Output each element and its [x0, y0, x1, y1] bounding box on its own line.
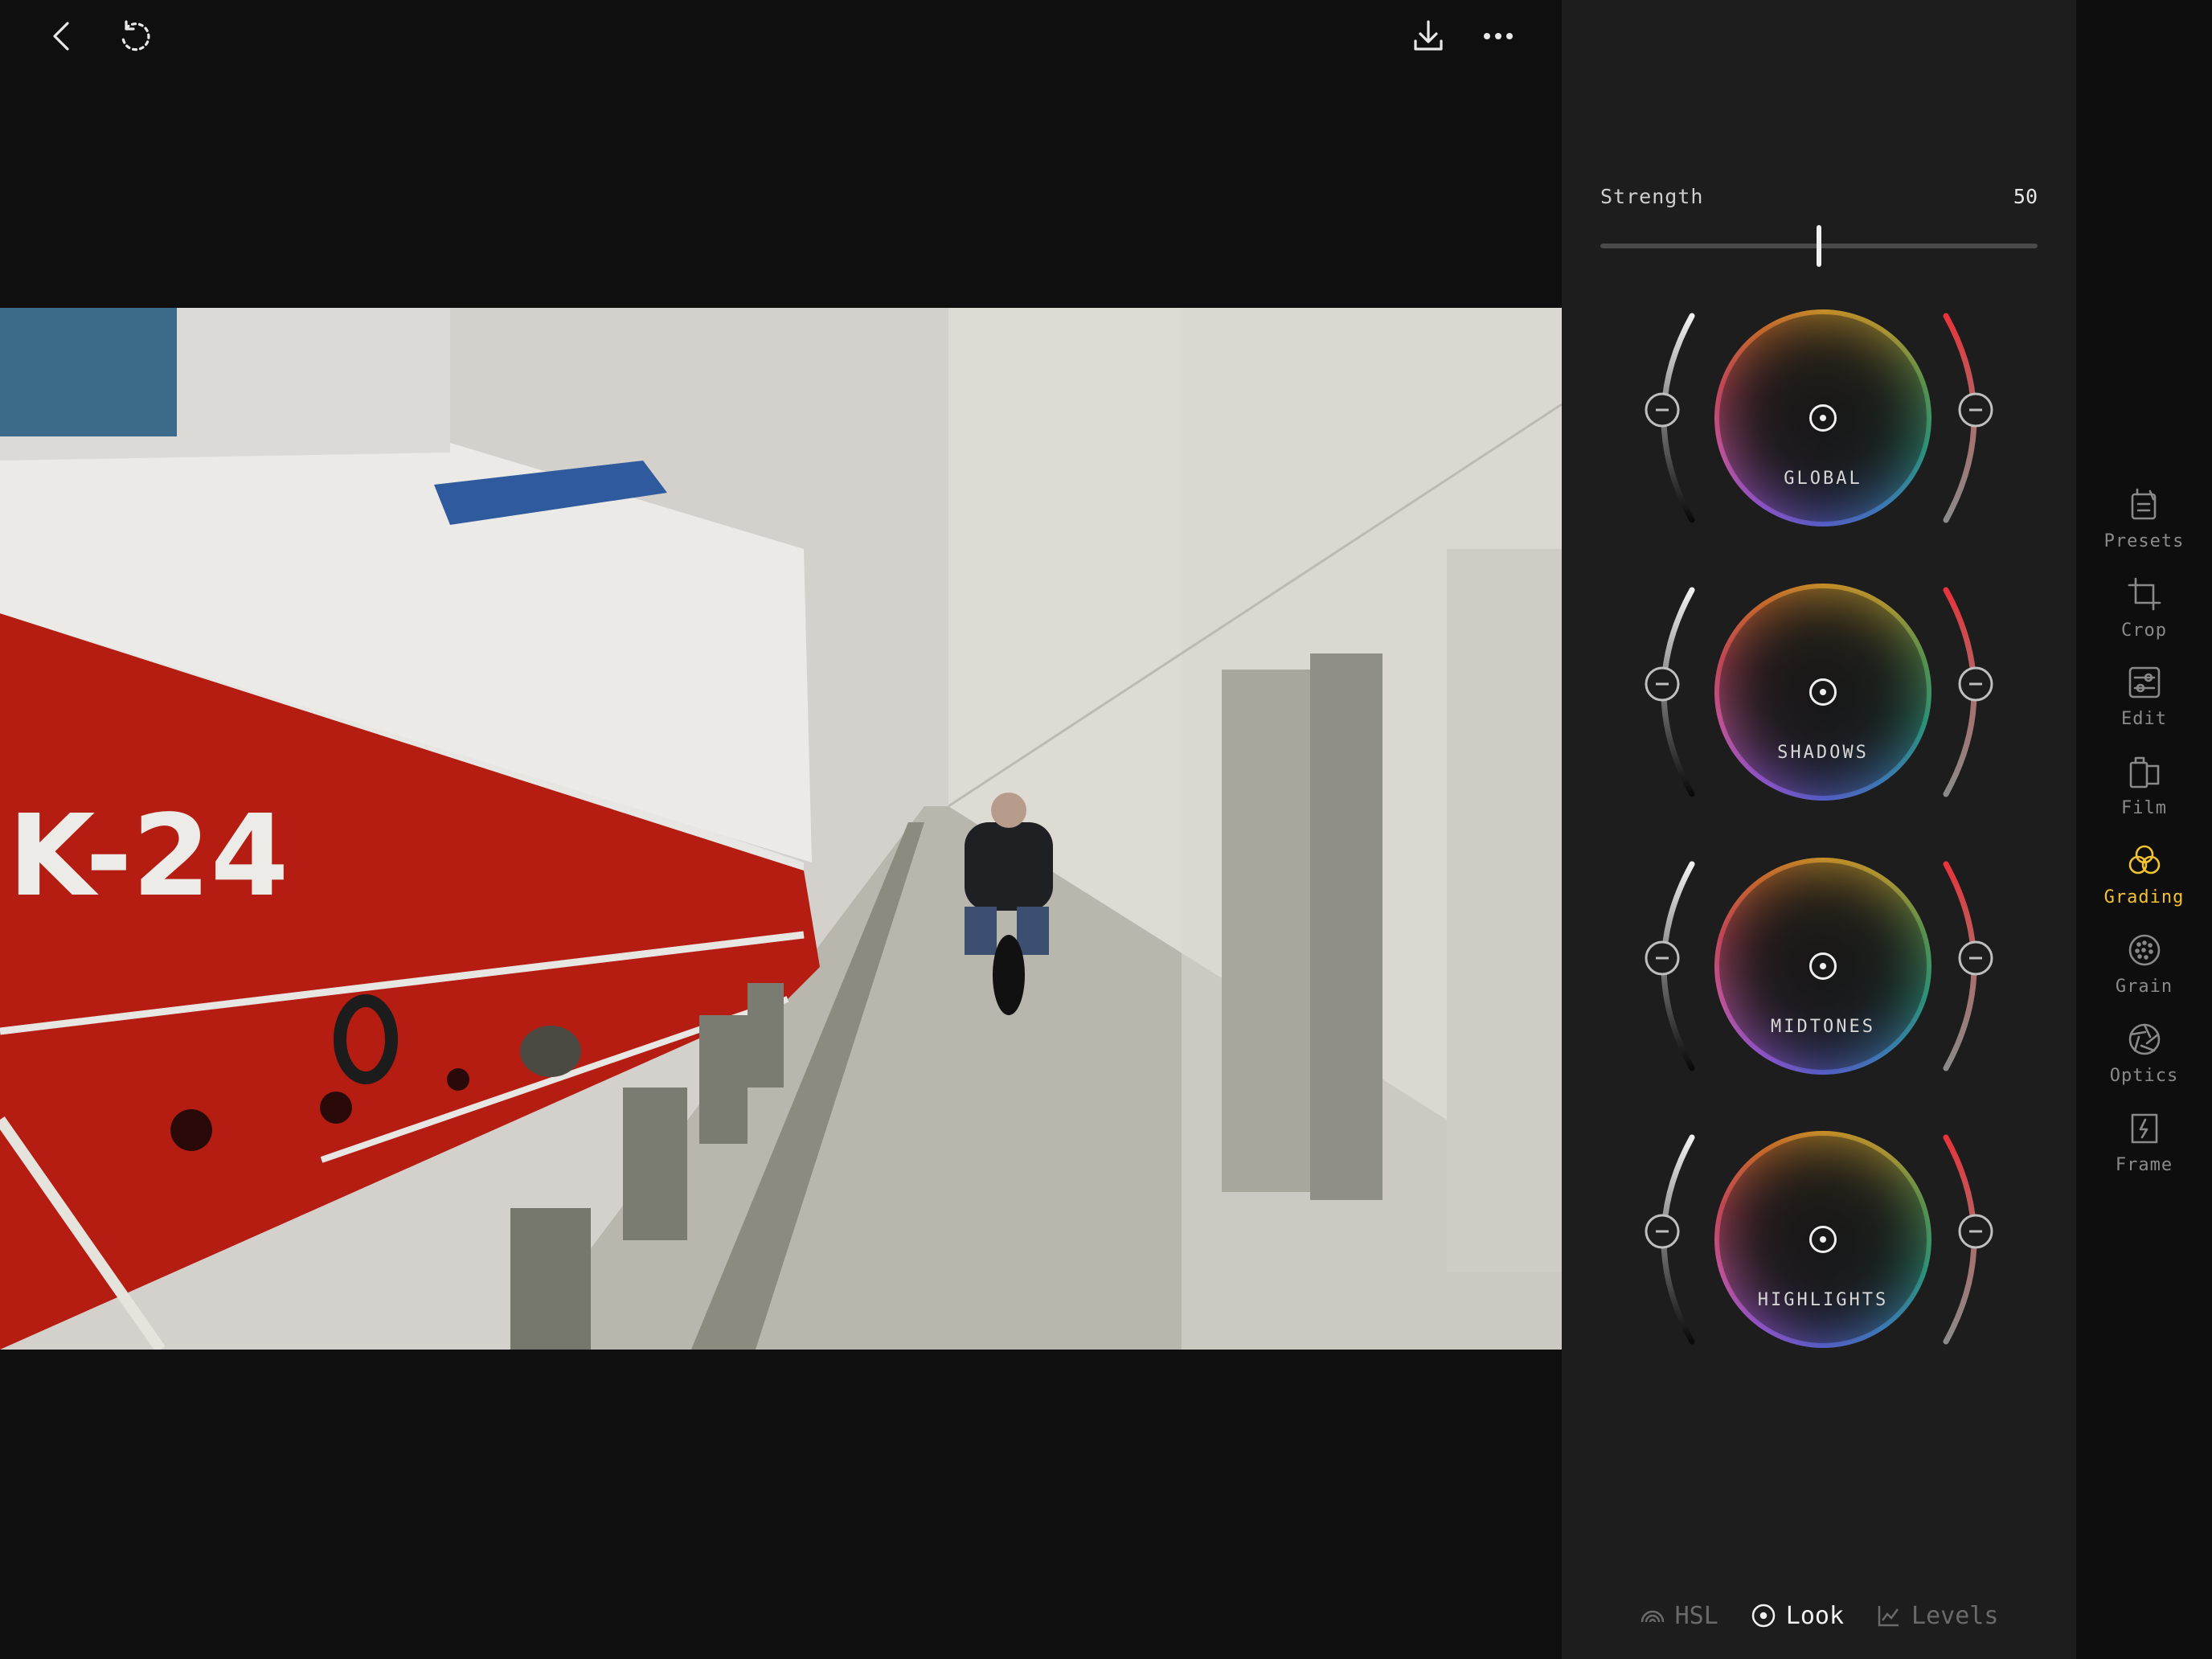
grading-circles-icon: [2128, 845, 2160, 875]
download-icon: [1414, 20, 1443, 51]
photo-image: K-24: [0, 308, 1562, 1350]
grading-mode-tabs: HSL Look Levels: [1562, 1587, 2076, 1644]
sliders-icon: [2128, 666, 2160, 698]
photo-canvas[interactable]: K-24: [0, 308, 1562, 1350]
tool-optics-label: Optics: [2109, 1066, 2179, 1086]
undo-icon: [121, 20, 150, 51]
highlights-wheel-label: HIGHLIGHTS: [1757, 1290, 1889, 1310]
tool-film[interactable]: Film: [2076, 753, 2212, 842]
highlights-wheel-handle[interactable]: [1809, 1226, 1837, 1253]
tool-crop[interactable]: Crop: [2076, 576, 2212, 664]
midtones-luminance-arc[interactable]: [1642, 850, 1698, 1083]
undo-button[interactable]: [94, 0, 174, 72]
tab-look[interactable]: Look: [1751, 1587, 1844, 1644]
chevron-left-icon: [53, 22, 69, 51]
tab-hsl[interactable]: HSL: [1640, 1587, 1718, 1644]
tool-rail: Presets Crop Edit Film Grading Grain Opt…: [2076, 0, 2212, 1659]
shadows-saturation-arc[interactable]: [1940, 576, 1996, 809]
shadows-color-wheel[interactable]: SHADOWS: [1714, 584, 1931, 801]
midtones-wheel-handle[interactable]: [1809, 952, 1837, 980]
highlights-saturation-arc[interactable]: [1940, 1123, 1996, 1356]
strength-label: Strength: [1600, 185, 1704, 208]
tool-crop-label: Crop: [2121, 621, 2167, 641]
more-button[interactable]: [1458, 0, 1538, 72]
crop-icon: [2128, 577, 2161, 611]
wheel-group-shadows: SHADOWS: [1562, 584, 2076, 825]
global-saturation-arc[interactable]: [1940, 301, 1996, 535]
tool-frame-label: Frame: [2115, 1155, 2173, 1175]
frame-icon: [2131, 1113, 2157, 1144]
tab-look-label: Look: [1785, 1601, 1845, 1630]
global-luminance-arc[interactable]: [1642, 301, 1698, 535]
tool-optics[interactable]: Optics: [2076, 1021, 2212, 1109]
hull-number: K-24: [8, 791, 289, 922]
highlights-luminance-arc[interactable]: [1642, 1123, 1698, 1356]
shadows-wheel-label: SHADOWS: [1777, 743, 1869, 763]
midtones-wheel-label: MIDTONES: [1771, 1017, 1875, 1037]
presets-icon: [2131, 488, 2156, 520]
tool-edit-label: Edit: [2121, 709, 2167, 729]
tool-grading[interactable]: Grading: [2076, 842, 2212, 931]
grain-icon: [2128, 934, 2160, 966]
chart-line-icon: [1878, 1606, 1899, 1627]
wheel-group-highlights: HIGHLIGHTS: [1562, 1131, 2076, 1372]
more-horizontal-icon: [1484, 33, 1513, 39]
film-icon: [2129, 756, 2159, 789]
tab-levels-label: Levels: [1911, 1601, 1999, 1630]
tool-presets[interactable]: Presets: [2076, 486, 2212, 575]
global-wheel-handle[interactable]: [1809, 404, 1837, 432]
target-icon: [1751, 1604, 1776, 1628]
global-wheel-label: GLOBAL: [1784, 469, 1862, 489]
tool-grain-label: Grain: [2115, 977, 2173, 997]
back-button[interactable]: [23, 0, 103, 72]
midtones-color-wheel[interactable]: MIDTONES: [1714, 858, 1931, 1075]
strength-slider[interactable]: [1600, 225, 2038, 267]
shadows-luminance-arc[interactable]: [1642, 576, 1698, 809]
tool-grain[interactable]: Grain: [2076, 932, 2212, 1020]
tab-levels[interactable]: Levels: [1876, 1587, 1998, 1644]
tool-presets-label: Presets: [2103, 531, 2185, 551]
aperture-icon: [2128, 1023, 2160, 1055]
strength-value: 50: [2013, 185, 2038, 208]
global-color-wheel[interactable]: GLOBAL: [1714, 309, 1931, 526]
export-button[interactable]: [1388, 0, 1469, 72]
highlights-color-wheel[interactable]: HIGHLIGHTS: [1714, 1131, 1931, 1348]
tab-hsl-label: HSL: [1674, 1601, 1718, 1630]
tool-film-label: Film: [2121, 798, 2167, 818]
tool-edit[interactable]: Edit: [2076, 664, 2212, 752]
tool-grading-label: Grading: [2103, 887, 2185, 907]
wheel-group-midtones: MIDTONES: [1562, 858, 2076, 1099]
grading-panel: Strength 50 GLOBAL SHADOWS MIDTONES HIGH…: [1562, 0, 2076, 1659]
strength-slider-thumb[interactable]: [1817, 225, 1821, 267]
tool-frame[interactable]: Frame: [2076, 1110, 2212, 1198]
wheel-group-global: GLOBAL: [1562, 309, 2076, 551]
shadows-wheel-handle[interactable]: [1809, 678, 1837, 706]
rainbow-icon: [1641, 1610, 1664, 1623]
midtones-saturation-arc[interactable]: [1940, 850, 1996, 1083]
